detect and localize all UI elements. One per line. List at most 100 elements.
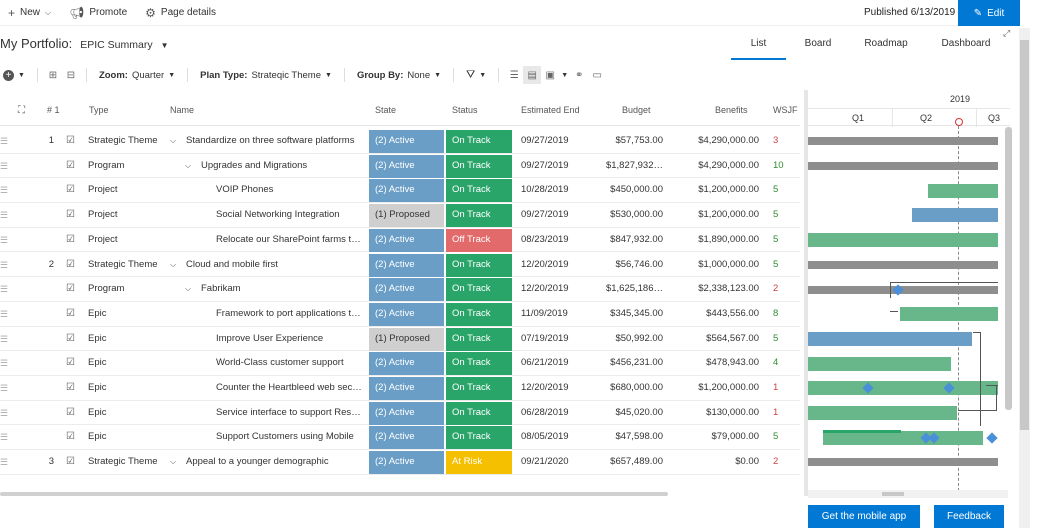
row-name[interactable]: Appeal to a younger demographic [186, 450, 362, 474]
chevron-down-icon[interactable]: ⌵ [170, 129, 180, 153]
gantt-bar[interactable] [808, 137, 998, 146]
plan-type-dropdown[interactable]: Plan Type: Strateqic Theme ▼ [194, 64, 338, 86]
hierarchy-icon[interactable]: ⛶ [18, 105, 25, 116]
gantt-bar[interactable] [808, 260, 998, 269]
table-row[interactable]: ☰ 3 ☑ Strategic Theme ⌵ Appeal to a younger d… [0, 450, 800, 475]
table-row[interactable]: ☰ ☑ Epic Framework to port applications t… (… [0, 302, 800, 327]
checkbox-icon[interactable]: ☑ [66, 228, 76, 252]
row-name[interactable]: VOIP Phones [216, 178, 362, 202]
column-budget[interactable]: Budget [622, 105, 651, 115]
gantt-horizontal-scrollbar[interactable] [808, 490, 1008, 498]
gantt-view-icon[interactable]: ▤ [523, 66, 542, 84]
dependencies-icon[interactable]: ⚭ [570, 66, 588, 84]
checkbox-icon[interactable]: ☑ [66, 302, 76, 326]
gantt-bar[interactable] [912, 208, 998, 223]
chevron-down-icon[interactable]: ⌵ [170, 450, 180, 474]
row-name[interactable]: Social Networking Integration [216, 203, 362, 227]
page-scrollbar-thumb[interactable] [1020, 40, 1029, 430]
row-name[interactable]: Standardize on three software platforms [186, 129, 362, 153]
page-details-button[interactable]: ⚙ Page details [136, 0, 225, 26]
group-by-dropdown[interactable]: Group By: None ▼ [351, 64, 447, 86]
tab-board[interactable]: Board [796, 38, 840, 60]
layout-dropdown[interactable]: ▼ [559, 64, 570, 86]
checkbox-icon[interactable]: ☑ [66, 425, 76, 449]
table-row[interactable]: ☰ 2 ☑ Strategic Theme ⌵ Cloud and mobile firs… [0, 253, 800, 278]
gantt-bar[interactable] [808, 406, 957, 421]
drag-handle-icon[interactable]: ☰ [0, 129, 10, 153]
gantt-bar[interactable] [808, 381, 998, 396]
checkbox-icon[interactable]: ☑ [66, 376, 76, 400]
gantt-bar[interactable] [900, 307, 998, 322]
expand-icon[interactable]: ⤢ [1003, 28, 1010, 39]
expand-all-icon[interactable]: ⊞ [44, 66, 62, 84]
milestone-diamond[interactable] [986, 432, 998, 444]
gantt-bar[interactable] [928, 183, 998, 198]
checkbox-icon[interactable]: ☑ [66, 154, 76, 178]
zoom-dropdown[interactable]: Zoom: Quarter ▼ [93, 64, 181, 86]
column-wsjf[interactable]: WSJF [773, 105, 798, 115]
table-row[interactable]: ☰ ☑ Epic Support Customers using Mobile (2) … [0, 425, 800, 451]
get-mobile-app-button[interactable]: Get the mobile app [808, 505, 920, 528]
gantt-scroll-thumb[interactable] [882, 492, 904, 496]
table-row[interactable]: ☰ ☑ Project Relocate our SharePoint farms t… [0, 228, 800, 253]
table-row[interactable]: ☰ ☑ Epic Service interface to support Rest…… [0, 401, 800, 426]
drag-handle-icon[interactable]: ☰ [0, 277, 10, 301]
drag-handle-icon[interactable]: ☰ [0, 376, 10, 400]
checkbox-icon[interactable]: ☑ [66, 277, 76, 301]
row-name[interactable]: Framework to port applications t… [216, 302, 362, 326]
chevron-down-icon[interactable]: ⌵ [170, 253, 180, 277]
checkbox-icon[interactable]: ☑ [66, 351, 76, 375]
tab-list[interactable]: List [731, 38, 786, 60]
table-row[interactable]: ☰ ☑ Epic Improve User Experience (1) Propose… [0, 327, 800, 352]
drag-handle-icon[interactable]: ☰ [0, 425, 10, 449]
drag-handle-icon[interactable]: ☰ [0, 450, 10, 474]
table-row[interactable]: ☰ ☑ Program ⌵ Upgrades and Migrations (2) Act… [0, 154, 800, 179]
checkbox-icon[interactable]: ☑ [66, 327, 76, 351]
row-name[interactable]: Service interface to support Rest… [216, 401, 362, 425]
column-estimated-end[interactable]: Estimated End [521, 105, 580, 115]
table-row[interactable]: ☰ ☑ Program ⌵ Fabrikam (2) Active On Track 12/2… [0, 277, 800, 302]
list-view-icon[interactable]: ☰ [505, 66, 523, 84]
row-name[interactable]: Improve User Experience [216, 327, 362, 351]
checkbox-icon[interactable]: ☑ [66, 253, 76, 277]
column-type[interactable]: Type [89, 105, 109, 115]
checkbox-icon[interactable]: ☑ [66, 401, 76, 425]
row-name[interactable]: Upgrades and Migrations [201, 154, 362, 178]
checkbox-icon[interactable]: ☑ [66, 129, 76, 153]
collapse-all-icon[interactable]: ⊟ [62, 66, 80, 84]
table-row[interactable]: ☰ ☑ Epic Counter the Heartbleed web sec… (2)… [0, 376, 800, 401]
row-name[interactable]: Fabrikam [201, 277, 362, 301]
column-state[interactable]: State [375, 105, 396, 115]
gantt-bar[interactable] [808, 233, 998, 248]
gantt-bar[interactable] [808, 331, 972, 346]
checkbox-icon[interactable]: ☑ [66, 178, 76, 202]
drag-handle-icon[interactable]: ☰ [0, 327, 10, 351]
column-name[interactable]: Name [170, 105, 194, 115]
column-status[interactable]: Status [452, 105, 478, 115]
gantt-bar[interactable] [808, 356, 951, 371]
table-row[interactable]: ☰ ☑ Project VOIP Phones (2) Active On Track 10… [0, 178, 800, 204]
gantt-scrollbar[interactable] [1005, 127, 1012, 410]
drag-handle-icon[interactable]: ☰ [0, 228, 10, 252]
edit-button[interactable]: ✎ Edit [958, 0, 1020, 26]
drag-handle-icon[interactable]: ☰ [0, 154, 10, 178]
filter-button[interactable]: ⛛ ▼ [460, 64, 492, 86]
row-name[interactable]: Support Customers using Mobile [216, 425, 362, 449]
new-button[interactable]: + New ⌵ [0, 0, 60, 26]
row-name[interactable]: World-Class customer support [216, 351, 362, 375]
promote-button[interactable]: 📢︎ Promote [60, 0, 136, 26]
tab-dashboard[interactable]: Dashboard [936, 38, 996, 60]
gantt-bar[interactable] [808, 458, 998, 467]
checkbox-icon[interactable]: ☑ [66, 450, 76, 474]
drag-handle-icon[interactable]: ☰ [0, 253, 10, 277]
drag-handle-icon[interactable]: ☰ [0, 178, 10, 202]
row-name[interactable]: Cloud and mobile first [186, 253, 362, 277]
drag-handle-icon[interactable]: ☰ [0, 203, 10, 227]
chevron-down-icon[interactable]: ⌵ [185, 277, 195, 301]
layout-icon[interactable]: ▣ [541, 66, 559, 84]
row-name[interactable]: Relocate our SharePoint farms to… [216, 228, 362, 252]
column-number[interactable]: # 1 [47, 105, 60, 115]
add-menu[interactable]: + ▼ [0, 64, 31, 86]
baseline-icon[interactable]: ▭ [588, 66, 606, 84]
table-row[interactable]: ☰ ☑ Project Social Networking Integration (1… [0, 203, 800, 228]
